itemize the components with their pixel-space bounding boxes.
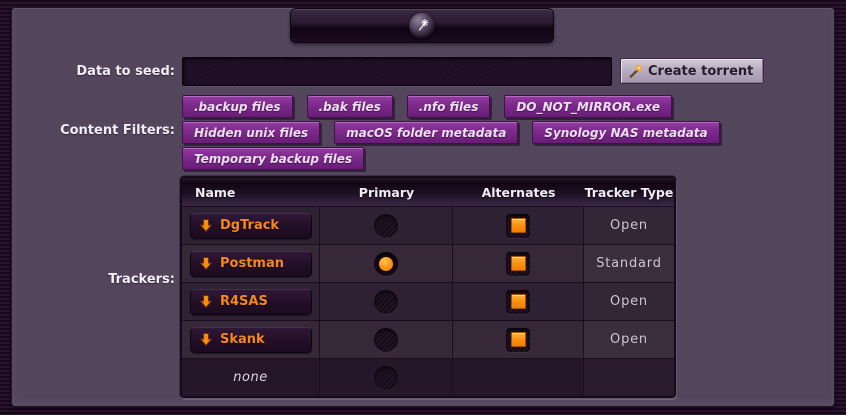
filter-chip[interactable]: Temporary backup files xyxy=(182,147,364,170)
tracker-name-label: Postman xyxy=(220,256,284,271)
primary-radio[interactable] xyxy=(374,328,398,352)
tracker-name-cell: DgTrack DgTrack xyxy=(182,207,320,244)
alternates-cell xyxy=(453,245,584,282)
alternates-checkbox[interactable] xyxy=(506,290,530,314)
filter-chip[interactable]: .bak files xyxy=(307,95,393,118)
filter-chip[interactable]: Synology NAS metadata xyxy=(532,121,719,144)
tracker-name-button[interactable]: DgTrack xyxy=(190,213,312,239)
download-arrow-icon xyxy=(200,257,212,270)
download-arrow-icon xyxy=(200,295,212,308)
panel-tab-handle[interactable] xyxy=(290,8,554,43)
tracker-name-cell: Skank Skank xyxy=(182,321,320,358)
filter-chip[interactable]: DO_NOT_MIRROR.exe xyxy=(504,95,672,118)
tracker-name-none: none xyxy=(182,370,319,385)
tracker-name-button[interactable]: Postman xyxy=(190,251,312,277)
filter-chip-row: Hidden unix files macOS folder metadata Sy… xyxy=(182,121,720,144)
tracker-type-value: Open xyxy=(610,332,648,347)
alternates-cell xyxy=(453,359,584,396)
tracker-type-value: Open xyxy=(610,218,648,233)
tracker-row: R4SAS R4SAS Open xyxy=(182,282,674,320)
tracker-row: DgTrack DgTrack Open xyxy=(182,206,674,244)
magic-wand-icon xyxy=(628,64,643,79)
filter-chip[interactable]: .backup files xyxy=(182,95,293,118)
data-to-seed-input[interactable] xyxy=(182,57,612,86)
alternates-cell xyxy=(453,283,584,320)
trackers-label: Trackers: xyxy=(0,272,175,287)
checkbox-fill xyxy=(511,256,526,271)
tracker-type-cell: Open xyxy=(584,321,674,358)
tracker-row: none none xyxy=(182,358,674,396)
tracker-name-label: R4SAS xyxy=(220,294,268,309)
tracker-type-cell xyxy=(584,359,674,396)
trackers-table: Name Primary Alternates Tracker Type DgT… xyxy=(180,176,676,398)
download-arrow-icon xyxy=(200,333,212,346)
filter-chip-row: .backup files .bak files .nfo files DO_NOT_… xyxy=(182,95,720,118)
create-torrent-label: Create torrent xyxy=(648,64,753,79)
alternates-checkbox[interactable] xyxy=(506,328,530,352)
checkbox-fill xyxy=(511,332,526,347)
primary-cell xyxy=(320,321,453,358)
tracker-type-cell: Open xyxy=(584,207,674,244)
column-header-tracker-type: Tracker Type xyxy=(584,185,674,200)
tracker-row: Postman Postman Standard xyxy=(182,244,674,282)
tracker-name-cell: Postman Postman xyxy=(182,245,320,282)
create-torrent-button[interactable]: Create torrent xyxy=(620,58,764,84)
tracker-type-cell: Standard xyxy=(584,245,674,282)
alternates-checkbox[interactable] xyxy=(506,214,530,238)
primary-cell xyxy=(320,245,453,282)
primary-cell xyxy=(320,359,453,396)
filter-chip[interactable]: Hidden unix files xyxy=(182,121,320,144)
checkbox-fill xyxy=(511,294,526,309)
checkbox-fill xyxy=(511,218,526,233)
filter-chip[interactable]: macOS folder metadata xyxy=(334,121,518,144)
data-to-seed-label: Data to seed: xyxy=(0,64,175,79)
trackers-table-header: Name Primary Alternates Tracker Type xyxy=(182,178,674,206)
alternates-cell xyxy=(453,207,584,244)
primary-radio[interactable] xyxy=(374,290,398,314)
primary-radio[interactable] xyxy=(374,214,398,238)
tracker-name-button[interactable]: Skank xyxy=(190,327,312,353)
filter-chip-row: Temporary backup files xyxy=(182,147,720,170)
filter-chips: .backup files .bak files .nfo files DO_NOT_… xyxy=(182,95,720,170)
tracker-name-label: DgTrack xyxy=(220,218,279,233)
tracker-type-cell: Open xyxy=(584,283,674,320)
tracker-table-body: DgTrack DgTrack Open Postman Postman xyxy=(182,206,674,396)
tracker-name-cell: none none xyxy=(182,359,320,396)
download-arrow-icon xyxy=(200,219,212,232)
magic-wand-sparkle-icon xyxy=(409,13,435,39)
tracker-row: Skank Skank Open xyxy=(182,320,674,358)
primary-radio[interactable] xyxy=(374,252,398,276)
filter-chip[interactable]: .nfo files xyxy=(407,95,491,118)
primary-cell xyxy=(320,207,453,244)
radio-dot xyxy=(379,257,393,271)
tracker-type-value: Standard xyxy=(596,256,662,271)
alternates-cell xyxy=(453,321,584,358)
column-header-primary: Primary xyxy=(320,185,453,200)
tracker-name-label: Skank xyxy=(220,332,265,347)
primary-cell xyxy=(320,283,453,320)
tracker-name-button[interactable]: R4SAS xyxy=(190,289,312,315)
alternates-checkbox[interactable] xyxy=(506,252,530,276)
primary-radio[interactable] xyxy=(374,366,398,390)
column-header-name: Name xyxy=(182,185,320,200)
content-filters-label: Content Filters: xyxy=(0,123,175,138)
column-header-alternates: Alternates xyxy=(453,185,584,200)
tracker-name-cell: R4SAS R4SAS xyxy=(182,283,320,320)
tracker-type-value: Open xyxy=(610,294,648,309)
